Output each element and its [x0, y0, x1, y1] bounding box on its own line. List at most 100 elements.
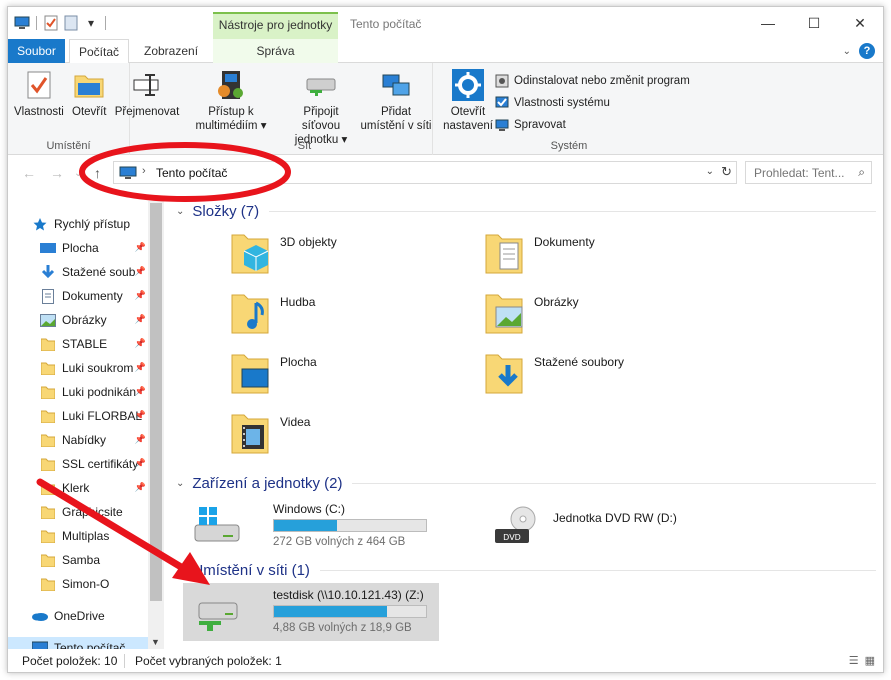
refresh-icon[interactable]: ↻: [721, 164, 732, 180]
svg-text:DVD: DVD: [503, 533, 521, 542]
pin-icon[interactable]: 📌: [135, 458, 146, 469]
pin-icon[interactable]: 📌: [135, 434, 146, 445]
nav-item-folder[interactable]: Luki FLORBAL 📌: [40, 405, 148, 427]
section-header-network[interactable]: ⌄ Umístění v síti (1): [176, 560, 876, 580]
folder-icon: [40, 576, 56, 592]
add-network-location-button[interactable]: Přidat umístění v síti: [358, 69, 434, 133]
nav-item-folder[interactable]: Luki soukrom 📌: [40, 357, 148, 379]
recent-locations-icon[interactable]: ⌄: [74, 168, 82, 179]
open-settings-button[interactable]: Otevřít nastavení: [440, 69, 496, 133]
folder-icon: [40, 432, 56, 448]
folder-downloads[interactable]: Stažené soubory: [482, 349, 722, 405]
nav-item-documents[interactable]: Dokumenty 📌: [40, 285, 148, 307]
new-folder-icon[interactable]: [63, 15, 79, 31]
pin-icon[interactable]: 📌: [135, 314, 146, 325]
section-header-folders[interactable]: ⌄ Složky (7): [176, 201, 876, 221]
nav-item-folder[interactable]: STABLE 📌: [40, 333, 148, 355]
nav-item-pictures[interactable]: Obrázky 📌: [40, 309, 148, 331]
uninstall-program-button[interactable]: Odinstalovat nebo změnit program: [494, 73, 690, 89]
section-divider: [319, 569, 876, 571]
tab-view[interactable]: Zobrazení: [135, 39, 207, 63]
download-icon: [40, 264, 56, 280]
folder-label: Videa: [280, 415, 311, 429]
uninstall-icon: [494, 73, 510, 89]
nav-item-folder[interactable]: Luki podnikán 📌: [40, 381, 148, 403]
properties-button[interactable]: Vlastnosti: [14, 69, 64, 119]
address-dropdown-icon[interactable]: ⌄: [706, 166, 714, 177]
status-bar: Počet položek: 10 Počet vybraných polože…: [8, 650, 883, 672]
drive-d-dvd[interactable]: DVD Jednotka DVD RW (D:): [483, 497, 739, 555]
pin-icon[interactable]: 📌: [135, 290, 146, 301]
chevron-down-icon[interactable]: ▼: [151, 637, 160, 647]
open-settings-label: Otevřít nastavení: [440, 105, 496, 133]
forward-arrow-icon[interactable]: →: [50, 165, 64, 181]
nav-item-folder[interactable]: Klerk 📌: [40, 477, 148, 499]
ribbon-tabs: Soubor Počítač Zobrazení Správa: [8, 39, 883, 64]
nav-item-folder[interactable]: Samba: [40, 549, 148, 571]
open-settings-line2: nastavení: [443, 120, 493, 132]
expand-ribbon-icon[interactable]: ⌄: [843, 46, 851, 57]
network-drive-z[interactable]: testdisk (\\10.10.121.43) (Z:) 4,88 GB v…: [183, 583, 439, 641]
folder-videos[interactable]: Videa: [228, 409, 468, 465]
details-view-icon[interactable]: ☰: [849, 654, 859, 667]
system-properties-icon: [494, 95, 510, 111]
nav-item-downloads[interactable]: Stažené soub 📌: [40, 261, 148, 283]
close-button[interactable]: ✕: [837, 7, 883, 39]
minimize-button[interactable]: —: [745, 7, 791, 39]
pin-icon[interactable]: 📌: [135, 386, 146, 397]
nav-item-folder[interactable]: SSL certifikáty 📌: [40, 453, 148, 475]
large-icons-view-icon[interactable]: ▦: [865, 654, 875, 667]
pin-icon[interactable]: 📌: [135, 242, 146, 253]
back-arrow-icon[interactable]: ←: [22, 165, 36, 181]
media-access-label: Přístup k multimédiím ▾: [195, 106, 267, 132]
tab-manage[interactable]: Správa: [213, 39, 338, 63]
nav-scrollbar[interactable]: ▼: [148, 201, 164, 649]
media-access-button[interactable]: Přístup k multimédiím ▾: [190, 69, 272, 133]
tab-computer[interactable]: Počítač: [69, 39, 130, 64]
pin-icon[interactable]: 📌: [135, 362, 146, 373]
manage-button[interactable]: Spravovat: [494, 117, 566, 133]
scrollbar-thumb[interactable]: [150, 203, 162, 601]
nav-item-quick-access[interactable]: Rychlý přístup: [32, 213, 164, 235]
section-header-devices[interactable]: ⌄ Zařízení a jednotky (2): [176, 473, 876, 493]
folder-documents[interactable]: Dokumenty: [482, 229, 722, 285]
drive-usage-bar: [273, 605, 427, 618]
rename-button[interactable]: Přejmenovat: [112, 69, 182, 119]
pin-icon[interactable]: 📌: [135, 482, 146, 493]
properties-icon[interactable]: [43, 15, 59, 31]
window-title: Tento počítač: [350, 17, 422, 31]
nav-item-folder[interactable]: Nabídky 📌: [40, 429, 148, 451]
folder-pictures[interactable]: Obrázky: [482, 289, 722, 345]
search-input[interactable]: [746, 162, 846, 183]
customize-toolbar-icon[interactable]: ▾: [83, 15, 99, 31]
open-button[interactable]: Otevřít: [72, 69, 107, 119]
pin-icon[interactable]: 📌: [135, 410, 146, 421]
system-properties-button[interactable]: Vlastnosti systému: [494, 95, 610, 111]
nav-item-this-pc[interactable]: Tento počítač: [8, 637, 148, 649]
help-icon[interactable]: ?: [859, 43, 875, 59]
gear-icon: [452, 69, 484, 101]
nav-item-desktop[interactable]: Plocha 📌: [40, 237, 148, 259]
drive-c[interactable]: Windows (C:) 272 GB volných z 464 GB: [183, 497, 439, 555]
search-box[interactable]: ⌕: [745, 161, 872, 184]
map-network-drive-button[interactable]: Připojit síťovou jednotku ▾: [286, 69, 356, 147]
pin-icon[interactable]: 📌: [135, 266, 146, 277]
folder-desktop[interactable]: Plocha: [228, 349, 468, 405]
nav-item-folder[interactable]: Graphicsite: [40, 501, 148, 523]
maximize-button[interactable]: ☐: [791, 7, 837, 39]
pin-icon[interactable]: 📌: [135, 338, 146, 349]
search-icon[interactable]: ⌕: [858, 165, 865, 180]
chevron-down-icon[interactable]: ⌄: [176, 565, 184, 576]
chevron-down-icon[interactable]: ⌄: [176, 478, 184, 489]
nav-item-onedrive[interactable]: OneDrive: [32, 605, 148, 627]
nav-item-folder[interactable]: Multiplas: [40, 525, 148, 547]
nav-item-folder[interactable]: Simon-O: [40, 573, 148, 595]
breadcrumb[interactable]: Tento počítač: [156, 166, 227, 180]
folder-music[interactable]: Hudba: [228, 289, 468, 345]
address-bar[interactable]: › Tento počítač ⌄ ↻: [113, 161, 737, 184]
tab-file[interactable]: Soubor: [8, 39, 65, 63]
chevron-down-icon[interactable]: ⌄: [176, 206, 184, 217]
folder-3d-objects[interactable]: 3D objekty: [228, 229, 468, 285]
ribbon-group-system: Otevřít nastavení Odinstalovat nebo změni…: [434, 63, 704, 155]
up-arrow-icon[interactable]: ↑: [94, 165, 101, 181]
